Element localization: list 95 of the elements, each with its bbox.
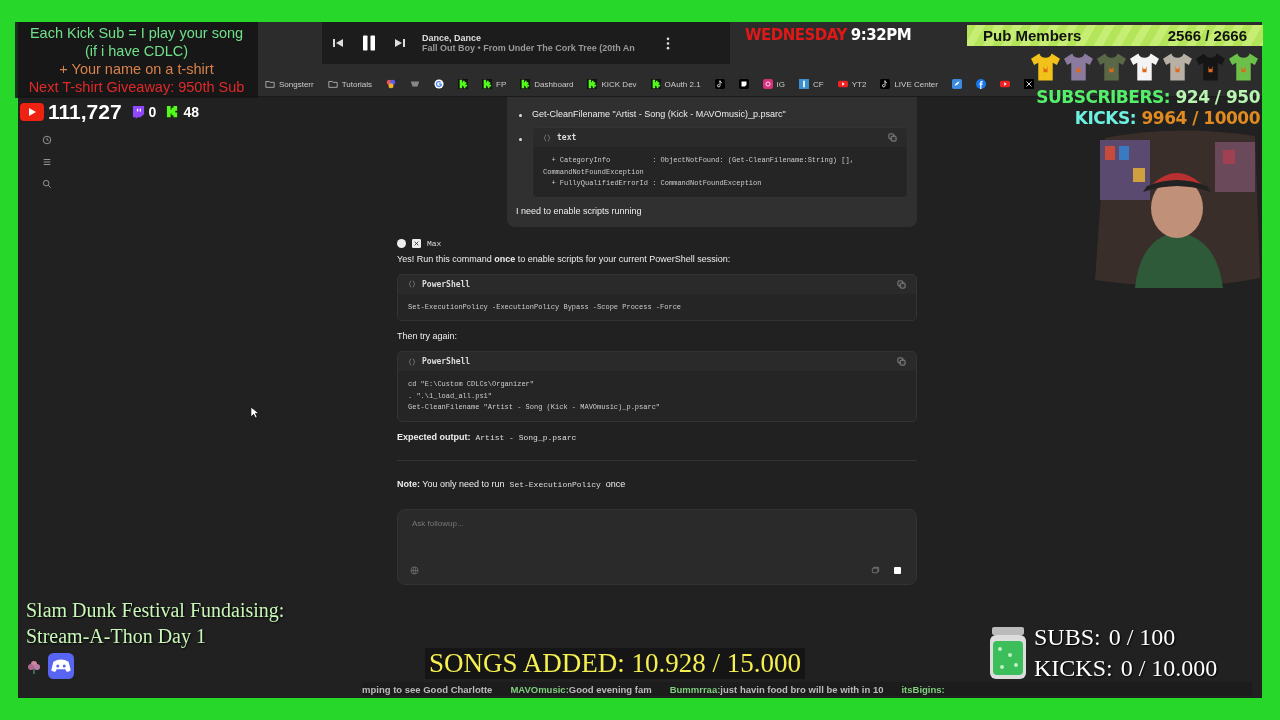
chat-message: itsBigins: <box>901 683 945 695</box>
k-logo-icon <box>650 79 661 89</box>
bookmark[interactable] <box>973 79 989 89</box>
songs-added-counter: SONGS ADDED: 10.928 / 15.000 <box>425 648 806 679</box>
message-text: I need to enable scripts running <box>516 205 643 216</box>
goal-counter: SUBSCRIBERS: 924 / 950 <box>1036 87 1260 108</box>
festival-text: Stream-A-Thon Day 1 <box>26 624 207 649</box>
counter-value: 0 <box>148 104 157 120</box>
bookmark[interactable]: LIVE Center <box>877 79 941 89</box>
goal-counter: KICKS: 0 / 10.000 <box>1034 654 1218 683</box>
chat-message: mping to see Good Charlotte <box>362 683 493 695</box>
previous-icon[interactable] <box>332 37 344 49</box>
code-icon <box>543 133 551 142</box>
promo-text: Each Kick Sub = I play your song <box>28 24 245 42</box>
bird-icon <box>952 79 962 89</box>
weekday-text: WEDNESDAY <box>745 26 847 44</box>
bar-icon <box>799 79 810 89</box>
colorful-circle-icon <box>386 79 397 89</box>
play-icon <box>1000 79 1010 89</box>
k-logo-icon <box>587 79 598 89</box>
bookmark[interactable]: Dashboard <box>517 79 577 89</box>
copy-icon[interactable] <box>897 279 906 289</box>
k-logo-icon <box>166 104 180 120</box>
pause-icon[interactable] <box>360 34 378 52</box>
pub-members-label: Pub Members <box>983 27 1082 44</box>
clock-time: 9:32PM <box>850 26 912 44</box>
music-note-icon <box>880 79 891 89</box>
promo-text: (if i have CDLC) <box>83 42 190 60</box>
k-logo-icon <box>482 79 493 89</box>
model-name: Max <box>427 238 442 248</box>
bullet-icon <box>519 114 522 117</box>
chat-message: Bummrraa:just havin food bro will be with in 10 <box>669 683 884 695</box>
chat-message: MAVOmusic:Good evening fam <box>510 683 652 695</box>
bookmark[interactable]: CF <box>796 79 827 89</box>
list-item-text: Get-CleanFilename "Artist - Song (Kick - MAVOmusic)_p.psarc" <box>532 109 786 119</box>
bookmark[interactable]: KICK Dev <box>584 79 640 89</box>
message-text: Yes! Run this command once to enable scripts for your current PowerShell session: <box>397 253 732 264</box>
message-text: Note: You only need to run Set-ExecutionPolicy once <box>397 478 627 489</box>
list-icon[interactable] <box>42 157 52 167</box>
code-icon <box>408 357 416 366</box>
followup-input[interactable]: Ask followup... <box>410 517 904 529</box>
attach-icon[interactable] <box>871 566 880 575</box>
counter-value: 48 <box>183 104 199 120</box>
music-note-icon <box>714 79 725 89</box>
song-title: Dance, Dance <box>422 33 483 43</box>
search-icon[interactable] <box>42 179 52 189</box>
g-logo-icon <box>434 79 445 89</box>
promo-text: + Your name on a t-shirt <box>58 60 215 78</box>
avatar-icon <box>397 238 406 248</box>
message-text: Expected output: Artist - Song_p.psarc <box>397 431 578 442</box>
bookmark[interactable]: IG <box>759 79 789 89</box>
bookmark[interactable]: Tutorials <box>324 79 376 89</box>
bookmark[interactable]: YT2 <box>834 79 870 89</box>
history-icon[interactable] <box>42 135 52 145</box>
controller-icon <box>48 653 74 679</box>
festival-text: Slam Dunk Festival Fundaising: <box>26 598 285 623</box>
bookmark[interactable]: Songsterr <box>262 79 317 89</box>
tray-icon <box>410 79 421 89</box>
model-icon <box>412 238 421 248</box>
bookmark[interactable] <box>997 79 1013 89</box>
code-language: PowerShell <box>422 279 472 289</box>
play-logo-icon <box>20 103 44 121</box>
bookmark[interactable] <box>949 79 965 89</box>
globe-icon[interactable] <box>410 566 419 575</box>
speech-bubble-icon <box>131 104 145 120</box>
play-icon <box>837 79 848 89</box>
x-logo-icon <box>1024 79 1034 89</box>
copy-icon[interactable] <box>897 357 906 366</box>
code-icon <box>408 280 416 288</box>
next-icon[interactable] <box>394 37 406 49</box>
code-language: PowerShell <box>422 357 472 366</box>
goal-counter: KICKS: 9964 / 10000 <box>1073 108 1260 129</box>
note-icon <box>738 79 749 89</box>
more-menu-icon[interactable] <box>666 36 670 50</box>
camera-icon <box>762 79 773 89</box>
promo-text: Next T-shirt Giveaway: 950th Sub <box>27 78 246 96</box>
code-language: text <box>557 133 578 142</box>
k-logo-icon <box>520 79 531 89</box>
copy-icon[interactable] <box>888 133 897 142</box>
f-logo-icon <box>976 79 986 89</box>
mouse-cursor-icon <box>250 406 259 419</box>
bookmark[interactable]: FP <box>479 79 510 89</box>
k-logo-icon <box>458 79 469 89</box>
pub-members-count: 2566 / 2666 <box>1167 27 1247 44</box>
jar-icon <box>988 625 1028 681</box>
message-text: Then try again: <box>397 331 459 341</box>
bookmark[interactable]: OAuth 2.1 <box>647 79 704 89</box>
flower-icon <box>26 658 42 674</box>
folder-icon <box>265 79 275 89</box>
bullet-icon <box>519 138 522 141</box>
goal-counter: SUBS: 0 / 100 <box>1034 623 1177 652</box>
song-artist: Fall Out Boy • From Under The Cork Tree (20th An <box>422 43 636 53</box>
bookmark[interactable] <box>1021 79 1037 89</box>
counter-value: 111,727 <box>48 100 122 124</box>
folder-icon <box>327 79 338 89</box>
